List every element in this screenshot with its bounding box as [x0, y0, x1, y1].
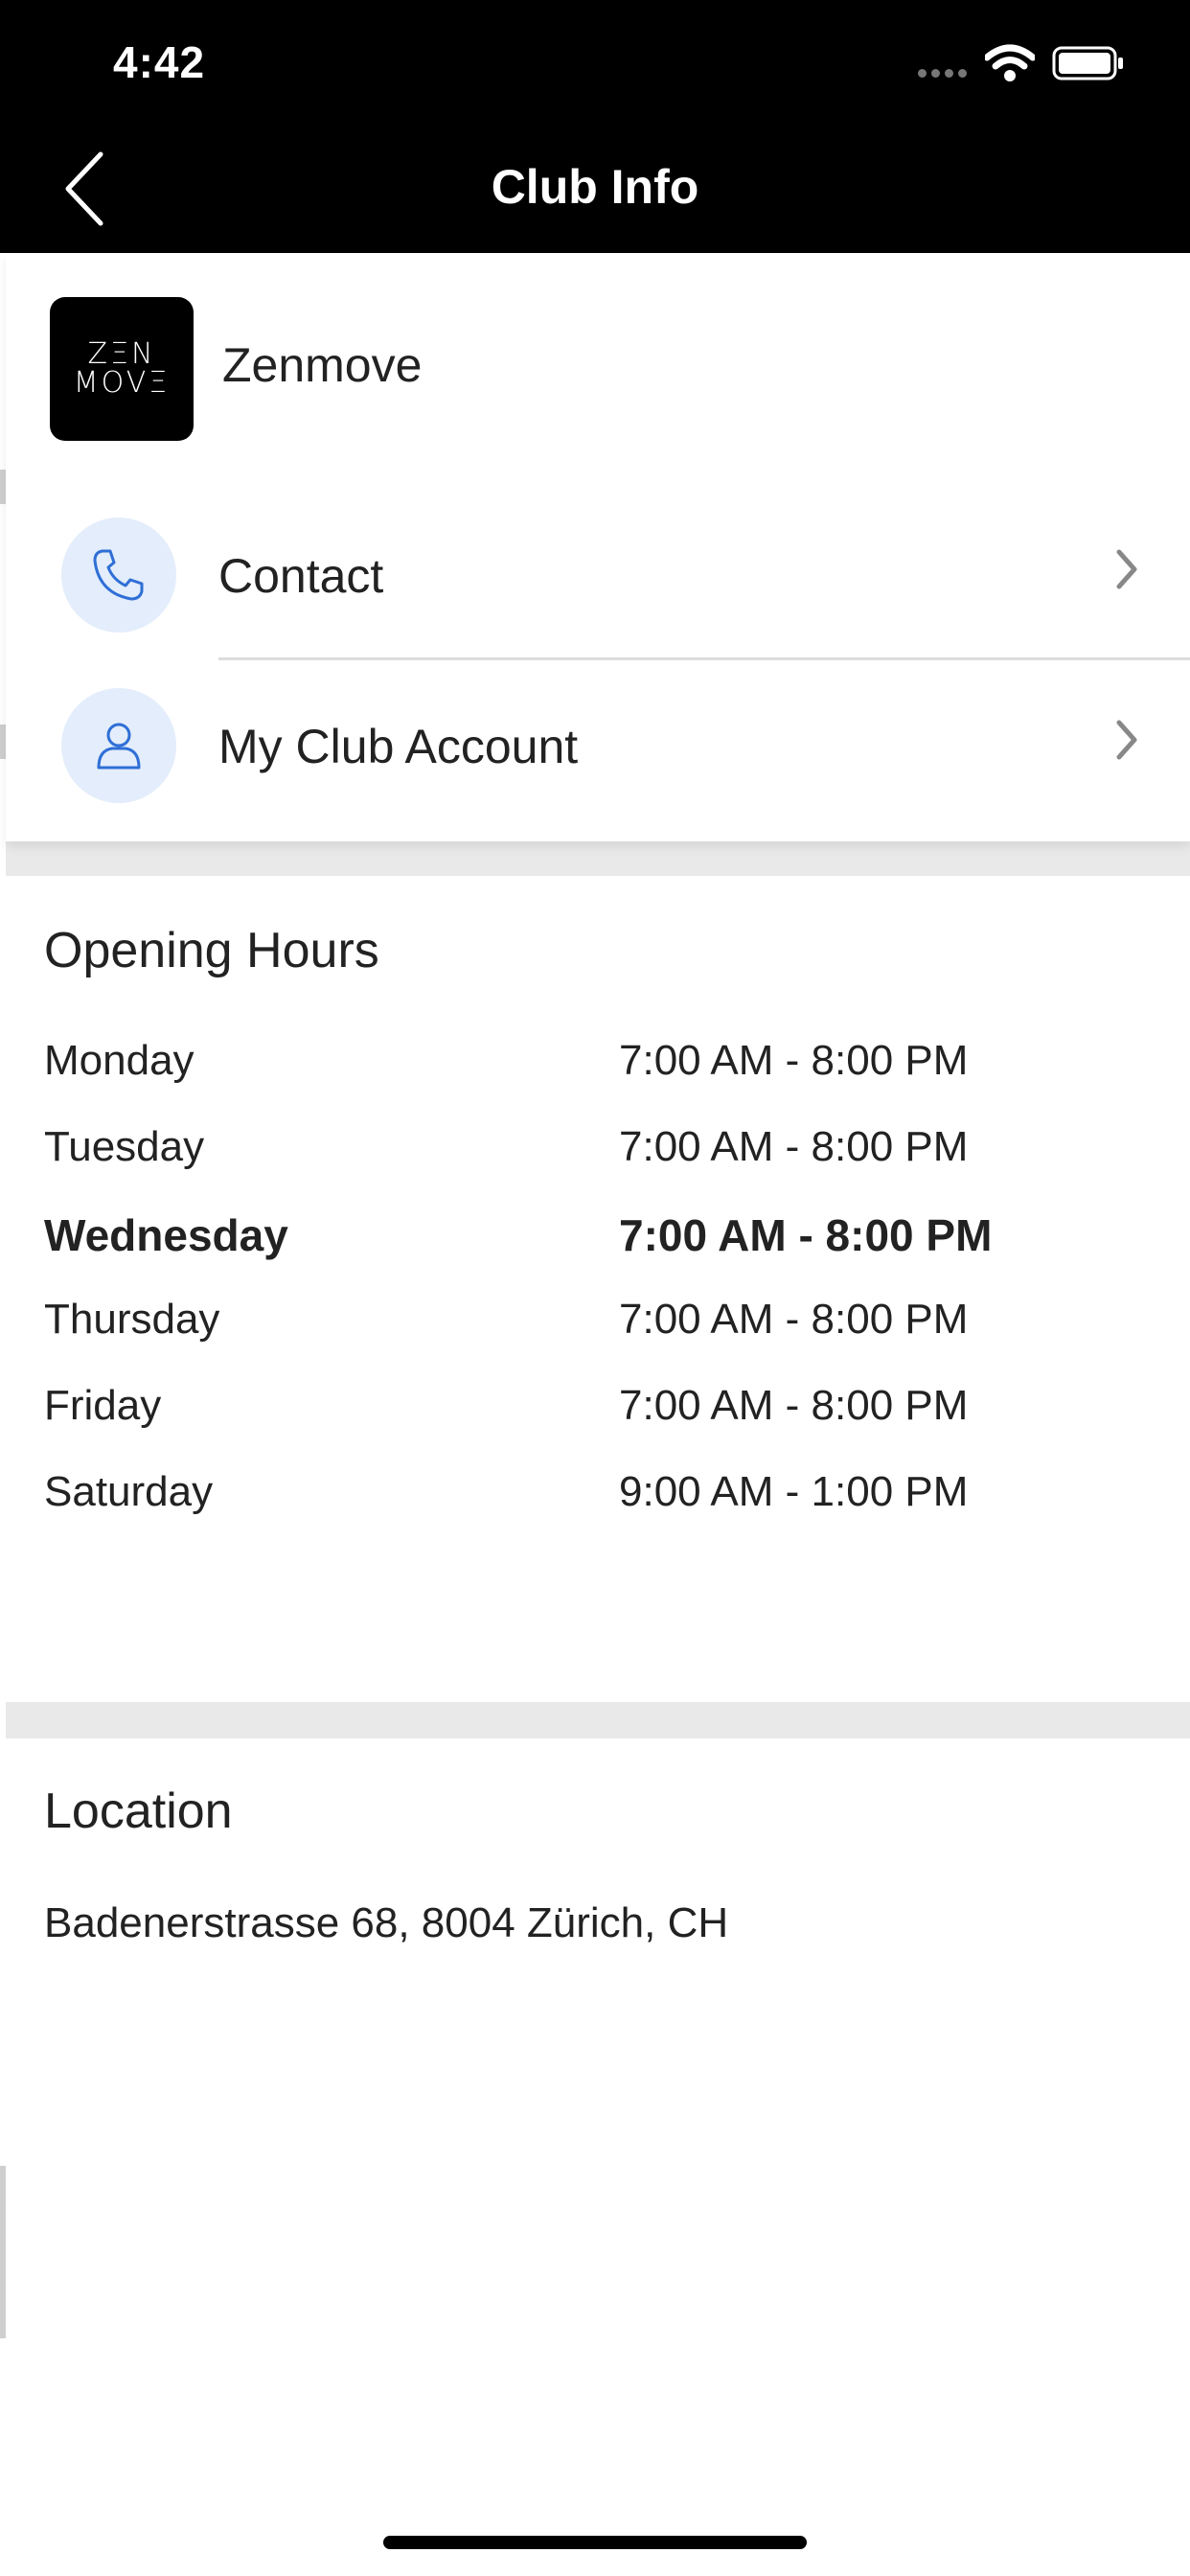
chevron-right-icon [1115, 548, 1138, 595]
page-title: Club Info [491, 160, 699, 214]
status-time: 4:42 [113, 37, 206, 87]
phone-icon [93, 549, 144, 601]
hours-row-tuesday: Tuesday 7:00 AM - 8:00 PM [44, 1123, 1146, 1209]
day-label: Wednesday [44, 1210, 288, 1260]
club-header-card: ZΞN MOVΞ Zenmove Contact My Club Account [6, 253, 1190, 841]
hours-value: 7:00 AM - 8:00 PM [619, 1296, 969, 1343]
user-icon [97, 723, 141, 770]
cellular-signal-icon [918, 69, 967, 78]
hours-row-monday: Monday 7:00 AM - 8:00 PM [44, 1037, 1146, 1123]
account-icon-circle [61, 688, 176, 803]
hours-value: 7:00 AM - 8:00 PM [619, 1382, 969, 1429]
contact-icon-circle [61, 518, 176, 632]
location-address[interactable]: Badenerstrasse 68, 8004 Zürich, CH [44, 1899, 728, 1947]
club-name: Zenmove [222, 338, 423, 392]
day-label: Saturday [44, 1468, 214, 1515]
hours-row-wednesday: Wednesday 7:00 AM - 8:00 PM [44, 1209, 1146, 1296]
hours-row-saturday: Saturday 9:00 AM - 1:00 PM [44, 1468, 1146, 1554]
opening-hours-title: Opening Hours [44, 923, 379, 978]
opening-hours-table: Monday 7:00 AM - 8:00 PM Tuesday 7:00 AM… [44, 1037, 1146, 1554]
my-club-account-label: My Club Account [218, 720, 579, 773]
hours-value: 7:00 AM - 8:00 PM [619, 1037, 969, 1084]
home-indicator[interactable] [383, 2536, 807, 2549]
contact-row[interactable]: Contact [6, 491, 1190, 661]
day-label: Tuesday [44, 1123, 205, 1170]
hours-row-thursday: Thursday 7:00 AM - 8:00 PM [44, 1296, 1146, 1382]
wifi-icon [983, 44, 1037, 87]
contact-label: Contact [218, 549, 384, 603]
chevron-right-icon [1115, 719, 1138, 766]
club-logo: ZΞN MOVΞ [50, 297, 194, 441]
location-title: Location [44, 1783, 233, 1839]
location-card [6, 1738, 1190, 2576]
day-label: Monday [44, 1037, 195, 1084]
day-label: Friday [44, 1382, 162, 1429]
battery-icon [1052, 46, 1125, 85]
divider [218, 657, 1190, 660]
hours-value: 9:00 AM - 1:00 PM [619, 1468, 969, 1515]
top-bar: 4:42 Club Info [0, 0, 1190, 253]
my-club-account-row[interactable]: My Club Account [6, 661, 1190, 832]
hours-value: 7:00 AM - 8:00 PM [619, 1123, 969, 1170]
day-label: Thursday [44, 1296, 220, 1343]
hours-row-friday: Friday 7:00 AM - 8:00 PM [44, 1382, 1146, 1468]
hours-value: 7:00 AM - 8:00 PM [619, 1210, 993, 1260]
